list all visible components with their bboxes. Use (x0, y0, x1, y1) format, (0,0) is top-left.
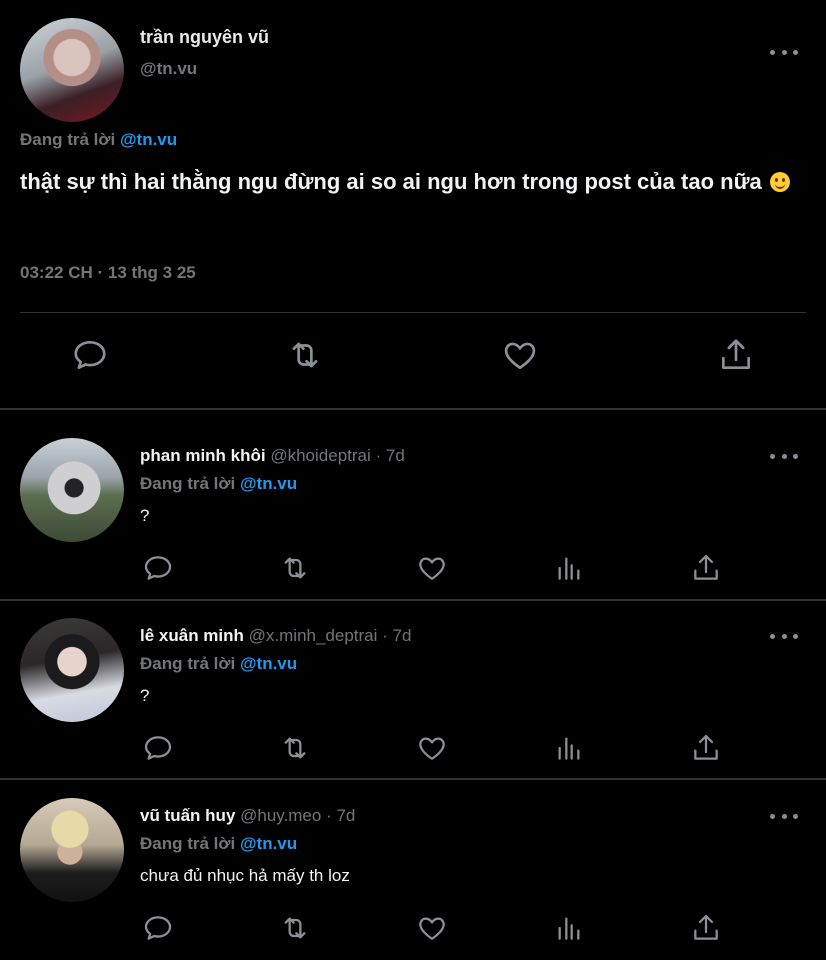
reply-text: ? (140, 686, 150, 705)
author-meta[interactable]: @khoideptrai · 7d (270, 446, 404, 465)
replying-to: Đang trả lời @tn.vu (140, 834, 297, 854)
reply-actions (0, 908, 826, 948)
tweet-text: thật sự thì hai thằng ngu đừng ai so ai … (20, 165, 810, 198)
replying-to: Đang trả lời @tn.vu (140, 474, 297, 494)
avatar[interactable] (20, 798, 124, 902)
reply-header: phan minh khôi @khoideptrai · 7d (140, 446, 405, 466)
replying-to: Đang trả lời @tn.vu (140, 654, 297, 674)
more-options-icon[interactable] (770, 626, 798, 646)
reply-header: lê xuân minh @x.minh_deptrai · 7d (140, 626, 411, 646)
reply-icon[interactable] (138, 728, 178, 768)
avatar[interactable] (20, 618, 124, 722)
views-icon[interactable] (549, 728, 589, 768)
replying-to: Đang trả lời @tn.vu (20, 130, 177, 150)
mention-link[interactable]: @tn.vu (120, 130, 177, 149)
more-options-icon[interactable] (770, 806, 798, 826)
retweet-icon[interactable] (285, 335, 325, 375)
reply-tweet[interactable]: phan minh khôi @khoideptrai · 7d Đang tr… (0, 420, 826, 598)
share-icon[interactable] (686, 908, 726, 948)
author-meta[interactable]: @huy.meo · 7d (240, 806, 355, 825)
views-icon[interactable] (549, 548, 589, 588)
mention-link[interactable]: @tn.vu (240, 834, 297, 853)
like-icon[interactable] (500, 335, 540, 375)
retweet-icon[interactable] (275, 548, 315, 588)
more-options-icon[interactable] (770, 42, 798, 62)
smiling-face-icon (769, 172, 790, 192)
tweet-body: thật sự thì hai thằng ngu đừng ai so ai … (20, 169, 762, 194)
tweet-actions (0, 335, 826, 385)
author-name[interactable]: lê xuân minh (140, 626, 244, 645)
share-icon[interactable] (686, 548, 726, 588)
main-tweet: trần nguyên vũ @tn.vu Đang trả lời @tn.v… (0, 0, 826, 409)
author-name[interactable]: trần nguyên vũ (140, 27, 269, 48)
reply-text: ? (140, 506, 150, 525)
mention-link[interactable]: @tn.vu (240, 474, 297, 493)
retweet-icon[interactable] (275, 728, 315, 768)
like-icon[interactable] (412, 728, 452, 768)
reply-tweet[interactable]: vũ tuấn huy @huy.meo · 7d Đang trả lời @… (0, 780, 826, 958)
reply-actions (0, 548, 826, 588)
reply-actions (0, 728, 826, 768)
avatar[interactable] (20, 18, 124, 122)
divider (0, 408, 826, 410)
reply-header: vũ tuấn huy @huy.meo · 7d (140, 806, 355, 826)
reply-icon[interactable] (138, 908, 178, 948)
share-icon[interactable] (686, 728, 726, 768)
replying-to-label: Đang trả lời (20, 130, 116, 149)
author-handle[interactable]: @tn.vu (140, 59, 197, 79)
retweet-icon[interactable] (275, 908, 315, 948)
reply-icon[interactable] (70, 335, 110, 375)
views-icon[interactable] (549, 908, 589, 948)
reply-text: chưa đủ nhục hả mấy th loz (140, 866, 350, 885)
author-name[interactable]: phan minh khôi (140, 446, 266, 465)
author-meta[interactable]: @x.minh_deptrai · 7d (249, 626, 412, 645)
author-name[interactable]: vũ tuấn huy (140, 806, 235, 825)
reply-tweet[interactable]: lê xuân minh @x.minh_deptrai · 7d Đang t… (0, 600, 826, 778)
mention-link[interactable]: @tn.vu (240, 654, 297, 673)
like-icon[interactable] (412, 908, 452, 948)
replying-to-label: Đang trả lời (140, 834, 236, 853)
divider (20, 312, 806, 313)
replying-to-label: Đang trả lời (140, 474, 236, 493)
like-icon[interactable] (412, 548, 452, 588)
replying-to-label: Đang trả lời (140, 654, 236, 673)
reply-icon[interactable] (138, 548, 178, 588)
tweet-timestamp[interactable]: 03:22 CH · 13 thg 3 25 (20, 263, 196, 283)
avatar[interactable] (20, 438, 124, 542)
share-icon[interactable] (716, 335, 756, 375)
more-options-icon[interactable] (770, 446, 798, 466)
